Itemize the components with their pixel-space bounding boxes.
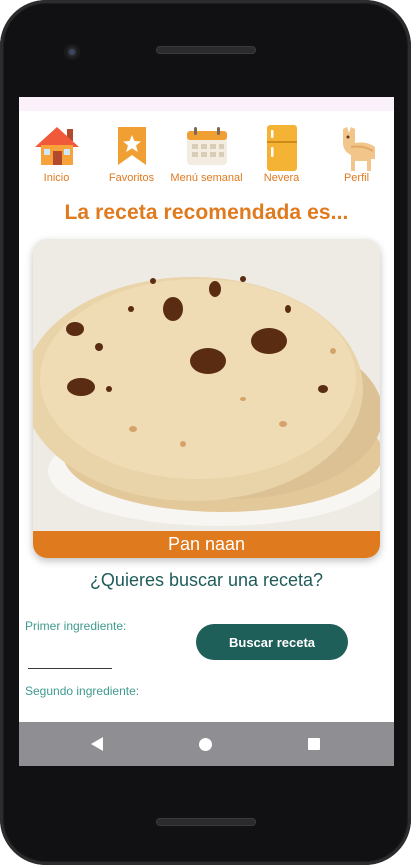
home-circle-icon[interactable]	[199, 738, 212, 751]
phone-frame: Inicio Favoritos Menú semanal Nevera Per…	[0, 0, 411, 865]
second-ingredient-label: Segundo ingrediente:	[25, 684, 140, 698]
app-screen: Inicio Favoritos Menú semanal Nevera Per…	[19, 97, 394, 766]
bookmark-star-icon	[117, 127, 146, 165]
nav-item-nevera[interactable]: Nevera	[244, 119, 319, 189]
status-bar	[19, 97, 394, 111]
search-recipe-button[interactable]: Buscar receta	[196, 624, 348, 660]
bottom-speaker	[156, 818, 256, 826]
recents-square-icon[interactable]	[308, 738, 320, 750]
nav-item-inicio[interactable]: Inicio	[19, 119, 94, 189]
house-icon	[34, 127, 79, 165]
nav-label-menu-semanal: Menú semanal	[170, 172, 243, 184]
nav-label-favoritos: Favoritos	[108, 172, 155, 184]
back-triangle-icon[interactable]	[90, 736, 104, 752]
fridge-icon	[266, 125, 297, 171]
nav-label-perfil: Perfil	[343, 172, 370, 184]
nav-item-perfil[interactable]: Perfil	[319, 119, 394, 189]
nav-item-favoritos[interactable]: Favoritos	[94, 119, 169, 189]
calendar-icon	[186, 127, 227, 165]
first-ingredient-input[interactable]	[28, 668, 112, 669]
nav-item-menu-semanal[interactable]: Menú semanal	[169, 119, 244, 189]
recommendation-headline: La receta recomendada es...	[64, 201, 349, 224]
system-navigation-bar	[19, 722, 394, 766]
top-navigation: Inicio Favoritos Menú semanal Nevera Per…	[19, 119, 394, 189]
recommended-recipe-card[interactable]: Pan naan	[33, 239, 380, 558]
nav-label-nevera: Nevera	[263, 172, 300, 184]
earpiece-speaker	[156, 46, 256, 54]
search-question: ¿Quieres buscar una receta?	[89, 570, 324, 590]
naan-flatbread-photo	[33, 239, 380, 531]
front-camera	[64, 44, 80, 60]
nav-label-inicio: Inicio	[43, 172, 70, 184]
recipe-name: Pan naan	[33, 531, 380, 558]
llama-icon	[342, 127, 375, 171]
first-ingredient-label: Primer ingrediente:	[25, 619, 127, 633]
